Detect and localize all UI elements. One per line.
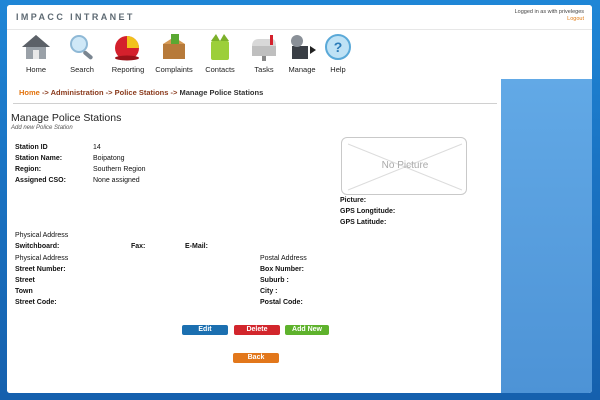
region-label: Region: xyxy=(15,166,42,173)
street-code-label: Street Code: xyxy=(15,299,57,306)
breadcrumb: Home -> Administration -> Police Station… xyxy=(19,88,263,97)
nav-label: Complaints xyxy=(155,65,193,74)
street-label: Street xyxy=(15,277,35,284)
station-name-label: Station Name: xyxy=(15,155,63,162)
assigned-cso-value: None assigned xyxy=(93,177,140,184)
nav-item-help[interactable]: ? Help xyxy=(315,32,361,74)
nav-item-search[interactable]: Search xyxy=(59,32,105,74)
mailbox-icon xyxy=(252,35,276,61)
nav-label: Reporting xyxy=(111,65,145,74)
station-id-label: Station ID xyxy=(15,144,48,151)
user-info: Logged in as with priveleges Logout xyxy=(515,9,584,23)
house-icon xyxy=(22,35,50,59)
page-title: Manage Police Stations xyxy=(11,112,122,124)
delete-button[interactable]: Delete xyxy=(234,325,280,335)
nav-item-complaints[interactable]: Complaints xyxy=(151,32,197,74)
suburb-label: Suburb : xyxy=(260,277,289,284)
gps-longitude-label: GPS Longtitude: xyxy=(340,208,396,215)
gps-latitude-label: GPS Latitude: xyxy=(340,219,387,226)
top-bar: IMPACC INTRANET Logged in as with privel… xyxy=(7,5,592,29)
help-icon: ? xyxy=(325,34,351,60)
logout-link[interactable]: Logout xyxy=(515,16,584,23)
breadcrumb-separator: -> xyxy=(105,88,113,97)
add-new-button[interactable]: Add New xyxy=(285,325,329,335)
nav-label: Help xyxy=(330,65,346,74)
nav-item-contacts[interactable]: Contacts xyxy=(197,32,243,74)
edit-button[interactable]: Edit xyxy=(182,325,228,335)
town-label: Town xyxy=(15,288,33,295)
nav-item-reporting[interactable]: Reporting xyxy=(105,32,151,74)
assigned-cso-label: Assigned CSO: xyxy=(15,177,66,184)
no-picture-text: No Picture xyxy=(381,160,429,171)
pie-chart-icon xyxy=(115,36,139,61)
breadcrumb-police-stations[interactable]: Police Stations xyxy=(115,88,169,97)
svg-text:?: ? xyxy=(334,39,343,55)
main-content: Home -> Administration -> Police Station… xyxy=(7,79,501,393)
app-brand: IMPACC INTRANET xyxy=(16,12,135,22)
region-value: Southern Region xyxy=(93,166,146,173)
breadcrumb-home[interactable]: Home xyxy=(19,88,40,97)
city-label: City : xyxy=(260,288,278,295)
postal-address-heading: Postal Address xyxy=(260,255,307,262)
logged-in-text: Logged in as with priveleges xyxy=(514,9,584,15)
box-number-label: Box Number: xyxy=(260,266,304,273)
side-panel xyxy=(501,79,592,393)
nav-label: Contacts xyxy=(205,65,235,74)
nav-item-home[interactable]: Home xyxy=(13,32,59,74)
breadcrumb-separator: -> xyxy=(41,88,49,97)
street-number-label: Street Number: xyxy=(15,266,66,273)
breadcrumb-divider xyxy=(13,103,497,104)
page-subtitle: Add new Police Station xyxy=(11,125,73,131)
contacts-icon xyxy=(211,34,229,60)
back-button[interactable]: Back xyxy=(233,353,279,363)
postal-code-label: Postal Code: xyxy=(260,299,303,306)
physical-address-heading: Physical Address xyxy=(15,255,69,262)
contact-address-heading: Physical Address xyxy=(15,232,69,239)
nav-label: Search xyxy=(70,65,94,74)
app-window: IMPACC INTRANET Logged in as with privel… xyxy=(7,5,592,393)
fax-label: Fax: xyxy=(131,243,146,250)
manage-icon xyxy=(291,35,316,59)
switchboard-label: Switchboard: xyxy=(15,243,60,250)
station-id-value: 14 xyxy=(93,144,101,151)
main-nav: Home Search Reporting Complaints Contact… xyxy=(7,29,592,103)
magnifier-icon xyxy=(70,35,93,60)
nav-label: Home xyxy=(25,65,46,74)
breadcrumb-administration[interactable]: Administration xyxy=(51,88,104,97)
station-name-value: Boipatong xyxy=(93,155,125,162)
breadcrumb-current: Manage Police Stations xyxy=(179,88,264,97)
email-label: E-Mail: xyxy=(185,243,208,250)
complaints-icon xyxy=(163,34,185,59)
breadcrumb-separator: -> xyxy=(170,88,178,97)
picture-label: Picture: xyxy=(340,197,367,204)
station-picture: No Picture xyxy=(341,137,467,195)
